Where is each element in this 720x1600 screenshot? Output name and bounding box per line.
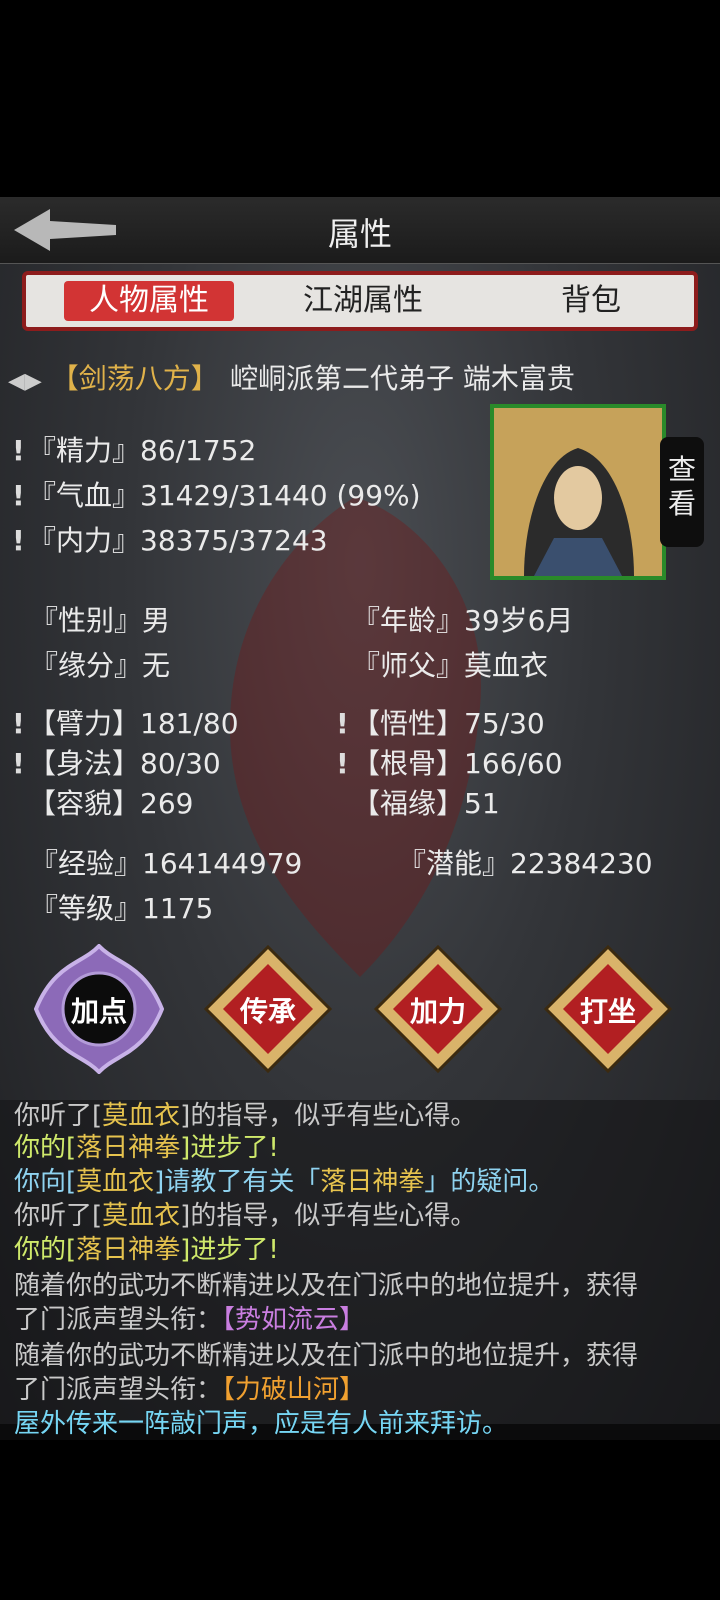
log-line: 屋外传来一阵敲门声，应是有人前来拜访。 xyxy=(14,1409,509,1439)
info-icon[interactable]: ! xyxy=(12,524,28,557)
info-icon[interactable]: ! xyxy=(336,707,352,740)
identity-row: ◀▶ 【剑荡八方】 xyxy=(8,357,219,397)
age-row: 『年龄』39岁6月 xyxy=(352,604,574,637)
portrait-image xyxy=(494,408,662,576)
info-icon[interactable]: ! xyxy=(12,707,28,740)
view-button[interactable]: 查看 xyxy=(660,437,704,547)
attr-fortune: 【福缘】51 xyxy=(352,787,500,820)
log-line: 随着你的武功不断精进以及在门派中的地位提升，获得 xyxy=(14,1271,639,1301)
log-line: 了门派声望头衔：【力破山河】 xyxy=(14,1375,366,1405)
message-log[interactable]: 你听了[莫血衣]的指导，似乎有些心得。 你的[落日神拳]进步了! 你向[莫血衣]… xyxy=(0,1100,720,1440)
attr-agility: ! 【身法】80/30 xyxy=(12,747,221,780)
log-line: 你听了[莫血衣]的指导，似乎有些心得。 xyxy=(14,1101,477,1131)
meditate-button[interactable]: 打坐 xyxy=(543,944,673,1074)
log-line: 你听了[莫血衣]的指导，似乎有些心得。 xyxy=(14,1201,477,1231)
page-title: 属性 xyxy=(327,215,392,253)
tab-jianghu-attributes[interactable]: 江湖属性 xyxy=(288,281,438,321)
inherit-button[interactable]: 传承 xyxy=(203,944,333,1074)
tab-bag[interactable]: 背包 xyxy=(536,281,646,321)
attr-constitution: ! 【根骨】166/60 xyxy=(336,747,563,780)
master-row: 『师父』莫血衣 xyxy=(352,649,549,682)
vital-stamina: ! 『精力』86/1752 xyxy=(12,434,257,467)
character-identity: 崆峒派第二代弟子 端木富贵 xyxy=(230,362,575,395)
info-icon[interactable]: ! xyxy=(12,747,28,780)
vital-internal-force: ! 『内力』38375/37243 xyxy=(12,524,328,557)
info-icon[interactable]: ! xyxy=(336,747,352,780)
log-line: 了门派声望头衔：【势如流云】 xyxy=(14,1305,366,1335)
attr-appearance: 【容貌】269 xyxy=(28,787,194,820)
info-icon[interactable]: ! xyxy=(12,434,28,467)
switch-arrows-icon[interactable]: ◀▶ xyxy=(8,369,42,394)
log-line: 你的[落日神拳]进步了! xyxy=(14,1133,279,1163)
log-line: 你向[莫血衣]请教了有关「落日神拳」的疑问。 xyxy=(14,1167,555,1197)
title-badge: 【剑荡八方】 xyxy=(50,362,219,395)
gender-row: 『性别』男 xyxy=(30,604,171,637)
attr-comprehension: ! 【悟性】75/30 xyxy=(336,707,545,740)
info-icon[interactable]: ! xyxy=(12,479,28,512)
attr-arm-strength: ! 【臂力】181/80 xyxy=(12,707,239,740)
log-line: 随着你的武功不断精进以及在门派中的地位提升，获得 xyxy=(14,1341,639,1371)
tab-bar: 人物属性 江湖属性 背包 xyxy=(22,271,698,331)
add-force-button[interactable]: 加力 xyxy=(373,944,503,1074)
character-portrait[interactable] xyxy=(490,404,666,580)
potential-row: 『潜能』22384230 xyxy=(398,847,653,880)
level-row: 『等级』1175 xyxy=(30,892,214,925)
tab-character-attributes[interactable]: 人物属性 xyxy=(64,281,234,321)
fate-row: 『缘分』无 xyxy=(30,649,171,682)
log-line: 你的[落日神拳]进步了! xyxy=(14,1235,279,1265)
add-points-button[interactable]: 加点 xyxy=(33,943,165,1075)
header-bar: 属性 xyxy=(0,197,720,264)
experience-row: 『经验』164144979 xyxy=(30,847,303,880)
vital-health: ! 『气血』31429/31440 (99%) xyxy=(12,479,421,512)
